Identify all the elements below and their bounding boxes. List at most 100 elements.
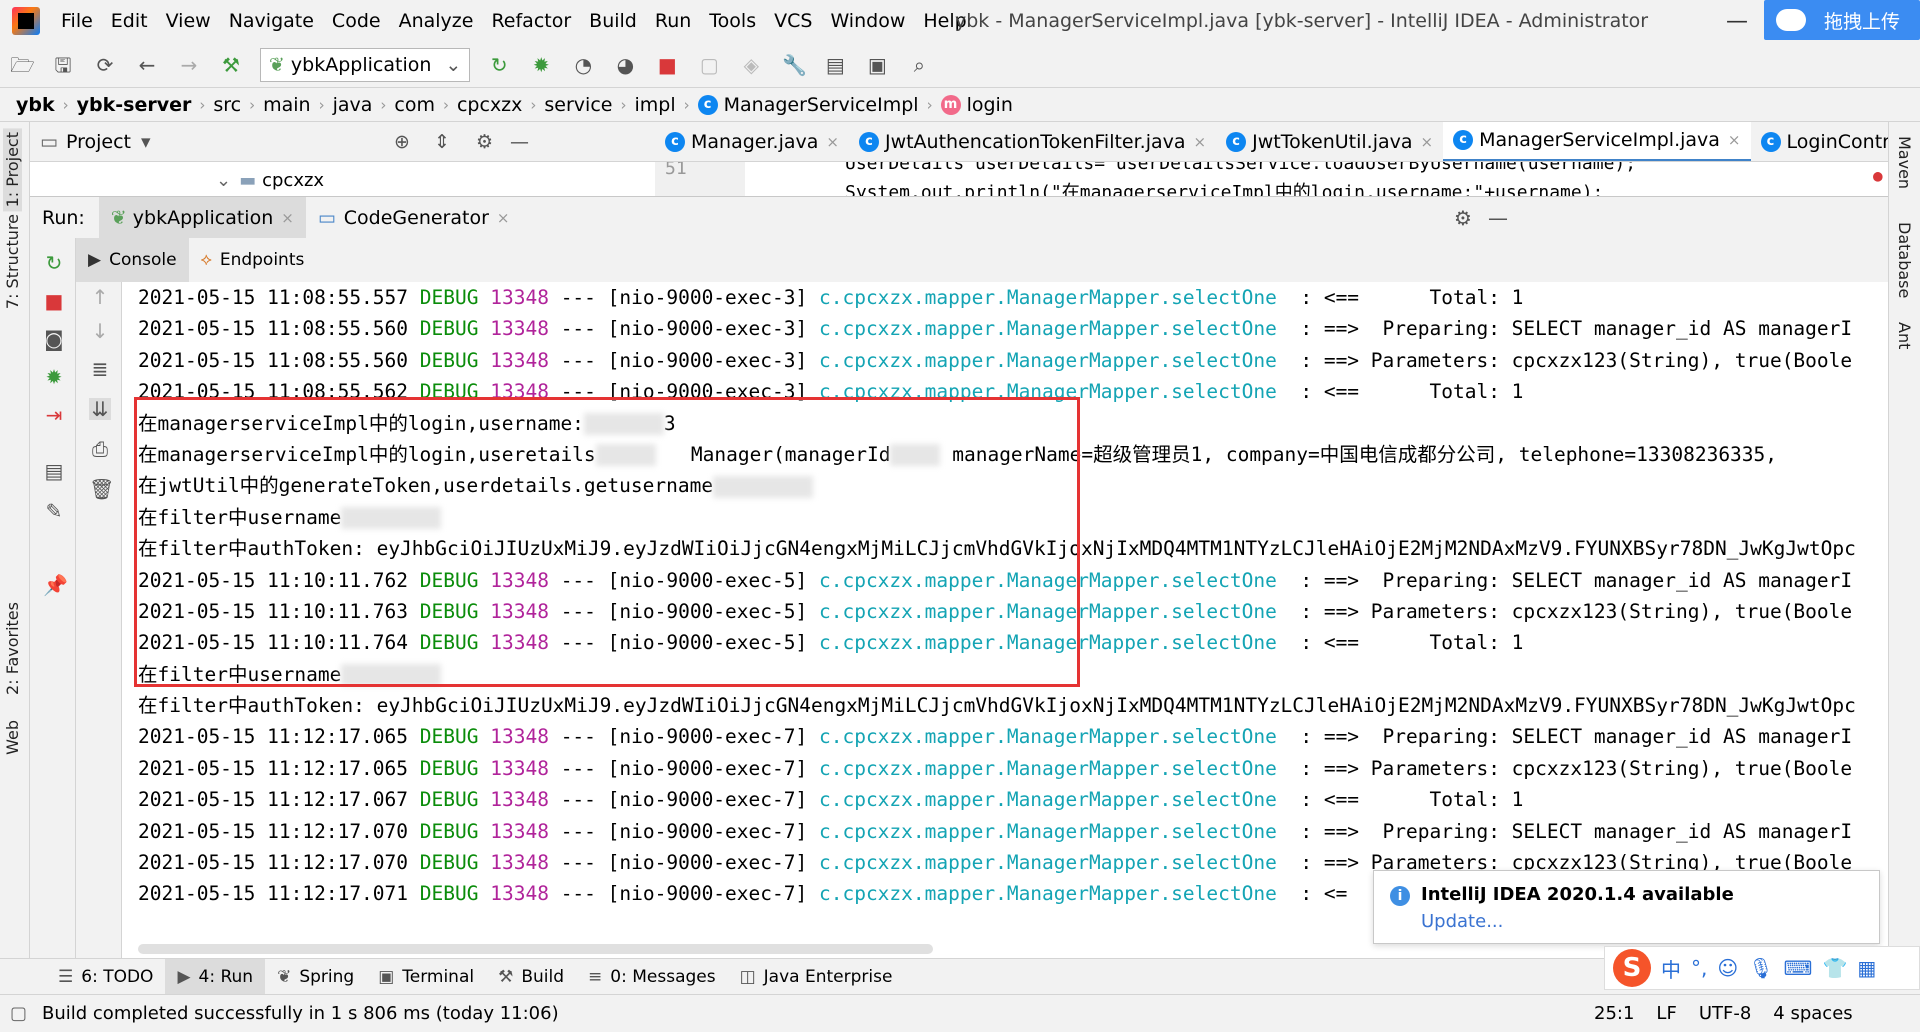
wrench-icon[interactable]: 🔧 — [782, 54, 807, 76]
sogou-logo-icon[interactable]: S — [1613, 949, 1651, 987]
keyboard-icon[interactable]: ⌨ — [1784, 956, 1813, 980]
exit-icon[interactable]: ⇥ — [43, 404, 65, 426]
up-icon[interactable]: ↑ — [89, 286, 111, 308]
menu-run[interactable]: Run — [646, 0, 700, 42]
minimize-icon[interactable]: — — [1726, 9, 1748, 34]
breadcrumb-item[interactable]: impl — [634, 94, 675, 116]
tab-spring[interactable]: ❦ Spring — [265, 959, 366, 995]
tab-run[interactable]: ▶ 4: Run — [165, 958, 266, 995]
status-toggle-icon[interactable]: ▢ — [10, 1003, 27, 1024]
side-tab-database[interactable]: Database — [1895, 222, 1914, 298]
log-logger[interactable]: c.cpcxzx.mapper.ManagerMapper.selectOne — [819, 851, 1277, 874]
pin-icon[interactable]: ✎ — [43, 500, 65, 522]
tab-messages[interactable]: ≡ 0: Messages — [576, 959, 728, 995]
back-icon[interactable]: ← — [136, 54, 158, 76]
tree-item[interactable]: ⌄ ▬ cpcxzx — [216, 170, 324, 191]
close-icon[interactable]: × — [497, 209, 510, 227]
skin-icon[interactable]: 👕 — [1822, 956, 1847, 980]
soft-wrap-icon[interactable]: ≣ — [89, 358, 111, 380]
mic-icon[interactable]: 🎙 — [1748, 956, 1773, 980]
cursor-position[interactable]: 25:1 — [1594, 1003, 1634, 1024]
search-icon[interactable]: ⌕ — [908, 54, 930, 76]
emoji-icon[interactable]: ☺ — [1717, 956, 1738, 980]
pin-tab-icon[interactable]: 📌 — [43, 574, 68, 596]
debug-icon[interactable]: ✹ — [530, 54, 552, 76]
log-logger[interactable]: c.cpcxzx.mapper.ManagerMapper.selectOne — [819, 788, 1277, 811]
menu-view[interactable]: View — [157, 0, 220, 42]
tab-endpoints[interactable]: ⟡ Endpoints — [189, 238, 317, 282]
side-tab-ant[interactable]: Ant — [1895, 322, 1914, 349]
file-encoding[interactable]: UTF-8 — [1699, 1003, 1751, 1024]
breadcrumb-item[interactable]: m login — [940, 94, 1013, 116]
open-folder-icon[interactable]: 🗁 — [10, 54, 35, 76]
tab-console[interactable]: ▶ Console — [76, 238, 189, 282]
side-tab-project[interactable]: 1: Project — [3, 128, 22, 212]
log-logger[interactable]: c.cpcxzx.mapper.ManagerMapper.selectOne — [819, 317, 1277, 340]
log-logger[interactable]: c.cpcxzx.mapper.ManagerMapper.selectOne — [819, 882, 1277, 905]
print-icon[interactable]: ⎙ — [89, 438, 111, 460]
run-config-select[interactable]: ❦ ybkApplication ⌄ — [260, 47, 471, 82]
indent-setting[interactable]: 4 spaces — [1773, 1003, 1852, 1024]
side-tab-maven[interactable]: Maven — [1895, 136, 1914, 189]
log-logger[interactable]: c.cpcxzx.mapper.ManagerMapper.selectOne — [819, 725, 1277, 748]
close-icon[interactable]: × — [826, 133, 839, 151]
editor-tab[interactable]: c Manager.java × — [655, 122, 849, 161]
menu-build[interactable]: Build — [580, 0, 646, 42]
menu-analyze[interactable]: Analyze — [390, 0, 483, 42]
log-logger[interactable]: c.cpcxzx.mapper.ManagerMapper.selectOne — [819, 820, 1277, 843]
status-message[interactable]: Build completed successfully in 1 s 806 … — [42, 1003, 559, 1024]
build-hammer-icon[interactable]: ⚒ — [220, 54, 242, 76]
scroll-to-end-icon[interactable]: ⇊ — [89, 398, 111, 420]
save-icon[interactable]: 🖫 — [52, 54, 74, 76]
breadcrumb-item[interactable]: service — [544, 94, 612, 116]
grid-icon[interactable]: ▦ — [1857, 956, 1876, 980]
hide-icon[interactable]: — — [1488, 206, 1508, 230]
rerun-icon[interactable]: ↻ — [488, 54, 510, 76]
forward-icon[interactable]: → — [178, 54, 200, 76]
tab-terminal[interactable]: ▣ Terminal — [366, 959, 486, 995]
close-icon[interactable]: × — [281, 209, 294, 227]
sync-icon[interactable]: ⟳ — [94, 54, 116, 76]
editor-tab[interactable]: c ManagerServiceImpl.java × — [1443, 122, 1751, 161]
chevron-down-icon[interactable]: ▾ — [141, 131, 151, 153]
menu-refactor[interactable]: Refactor — [482, 0, 580, 42]
terminal-toolbar-icon[interactable]: ▣ — [866, 54, 888, 76]
tab-build[interactable]: ⚒ Build — [486, 959, 576, 995]
locate-icon[interactable]: ⊕ — [394, 131, 410, 153]
menu-vcs[interactable]: VCS — [765, 0, 821, 42]
breadcrumb-item[interactable]: ybk-server — [77, 94, 192, 116]
menu-window[interactable]: Window — [821, 0, 914, 42]
log-logger[interactable]: c.cpcxzx.mapper.ManagerMapper.selectOne — [819, 349, 1277, 372]
coverage-icon[interactable]: ◔ — [572, 54, 594, 76]
trash-icon[interactable]: 🗑 — [89, 478, 114, 500]
side-tab-structure[interactable]: 7: Structure — [3, 214, 22, 309]
breadcrumb-item[interactable]: ybk — [16, 94, 55, 116]
gear-icon[interactable]: ⚙ — [1454, 206, 1472, 230]
editor-area[interactable]: 51 UserDetails userDetails= userDetailsS… — [655, 162, 1888, 196]
side-tab-web[interactable]: Web — [3, 720, 22, 755]
menu-tools[interactable]: Tools — [700, 0, 765, 42]
down-icon[interactable]: ↓ — [89, 320, 111, 342]
project-panel-title[interactable]: Project — [66, 131, 131, 153]
horizontal-scrollbar[interactable] — [138, 944, 933, 954]
breadcrumb-item[interactable]: java — [333, 94, 373, 116]
layout-icon[interactable]: ▤ — [43, 460, 65, 482]
upload-button[interactable]: 拖拽上传 — [1764, 0, 1920, 40]
debug-bug-icon[interactable]: ✹ — [43, 366, 65, 388]
close-icon[interactable]: × — [1728, 131, 1741, 149]
stop-icon[interactable]: ■ — [43, 290, 65, 312]
error-icon[interactable]: ● — [1873, 166, 1883, 185]
editor-tab[interactable]: c JwtAuthencationTokenFilter.java × — [849, 122, 1216, 161]
hide-icon[interactable]: — — [510, 131, 529, 153]
editor-tab[interactable]: cLoginContro⌄ — [1751, 122, 1888, 161]
breadcrumb-item[interactable]: c ManagerServiceImpl — [697, 94, 919, 116]
tab-javaenterprise[interactable]: ◫ Java Enterprise — [728, 959, 905, 995]
rerun-icon[interactable]: ↻ — [43, 252, 65, 274]
editor-tab[interactable]: c JwtTokenUtil.java × — [1216, 122, 1443, 161]
menu-navigate[interactable]: Navigate — [220, 0, 323, 42]
menu-file[interactable]: File — [52, 0, 102, 42]
breadcrumb-item[interactable]: com — [394, 94, 435, 116]
menu-edit[interactable]: Edit — [102, 0, 157, 42]
close-icon[interactable]: × — [1194, 133, 1207, 151]
punct-icon[interactable]: °, — [1691, 956, 1707, 980]
